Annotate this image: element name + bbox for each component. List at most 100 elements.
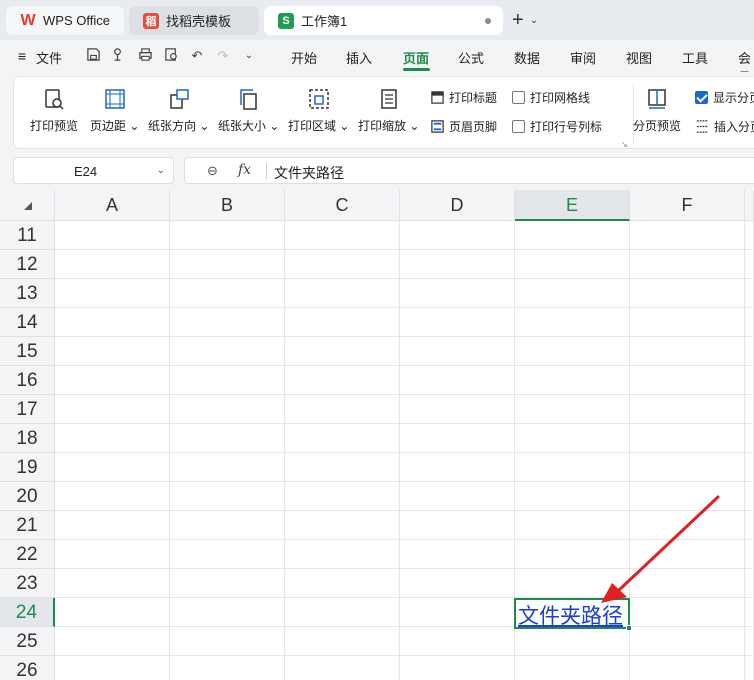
grid-cell[interactable] <box>55 279 170 308</box>
tab-template[interactable]: 稻 找稻壳模板 <box>129 6 259 35</box>
new-tab-control[interactable]: + ⌄ <box>512 8 538 32</box>
grid-cell[interactable] <box>55 453 170 482</box>
grid-cell[interactable] <box>55 656 170 680</box>
grid-cell[interactable] <box>745 250 754 279</box>
grid-cell[interactable] <box>745 337 754 366</box>
column-header-c[interactable]: C <box>285 190 400 221</box>
print-icon[interactable] <box>136 47 154 65</box>
grid-cell[interactable] <box>745 395 754 424</box>
grid-cell[interactable] <box>55 598 170 627</box>
grid-cell[interactable] <box>285 337 400 366</box>
grid-cell[interactable] <box>630 598 745 627</box>
grid-cell[interactable] <box>630 308 745 337</box>
print-titles-button[interactable]: 打印标题 <box>430 89 497 106</box>
grid-cell[interactable] <box>745 279 754 308</box>
column-header-b[interactable]: B <box>170 190 285 221</box>
menu-insert[interactable]: 插入 <box>346 48 372 67</box>
margins-button[interactable]: 页边距 ⌄ <box>90 87 139 134</box>
grid-cell[interactable] <box>745 511 754 540</box>
grid-cell[interactable] <box>745 598 754 627</box>
row-header-17[interactable]: 17 <box>0 395 55 424</box>
share-icon[interactable] <box>108 47 126 65</box>
select-all-corner[interactable] <box>0 190 55 221</box>
grid-cell[interactable] <box>400 337 515 366</box>
grid-cell[interactable] <box>515 337 630 366</box>
menu-tools[interactable]: 工具 <box>682 48 708 67</box>
grid-cell[interactable] <box>170 656 285 680</box>
checkbox-checked-icon[interactable] <box>695 91 708 104</box>
name-box[interactable]: E24 ⌄ <box>13 157 174 184</box>
row-header-18[interactable]: 18 <box>0 424 55 453</box>
grid-cell[interactable] <box>285 569 400 598</box>
grid-cell[interactable] <box>170 395 285 424</box>
row-header-23[interactable]: 23 <box>0 569 55 598</box>
grid-cell[interactable] <box>630 250 745 279</box>
grid-cell[interactable] <box>630 540 745 569</box>
grid-cell[interactable] <box>400 221 515 250</box>
grid-cell[interactable] <box>285 453 400 482</box>
grid-cell[interactable] <box>515 569 630 598</box>
grid-cell[interactable] <box>745 656 754 680</box>
grid-cell[interactable] <box>400 627 515 656</box>
grid-cell[interactable] <box>285 482 400 511</box>
grid-cell[interactable] <box>515 366 630 395</box>
grid-cell[interactable] <box>285 627 400 656</box>
grid-cell[interactable] <box>400 395 515 424</box>
grid-cell[interactable] <box>515 627 630 656</box>
grid-cell[interactable] <box>285 395 400 424</box>
plus-icon[interactable]: + <box>512 10 524 30</box>
grid-cell[interactable] <box>170 337 285 366</box>
print-preview-button[interactable]: 打印预览 <box>30 87 78 134</box>
row-header-13[interactable]: 13 <box>0 279 55 308</box>
grid-cell[interactable] <box>55 250 170 279</box>
grid-cell[interactable] <box>170 569 285 598</box>
column-header-g[interactable] <box>745 190 754 221</box>
grid-cell[interactable] <box>515 395 630 424</box>
grid-cell[interactable] <box>745 627 754 656</box>
unsaved-dot-icon[interactable] <box>485 18 491 24</box>
grid-cell[interactable] <box>170 598 285 627</box>
grid-cell[interactable] <box>170 221 285 250</box>
row-header-11[interactable]: 11 <box>0 221 55 250</box>
grid-cell[interactable] <box>55 337 170 366</box>
grid-cell[interactable] <box>515 656 630 680</box>
grid-cell[interactable] <box>170 250 285 279</box>
row-header-16[interactable]: 16 <box>0 366 55 395</box>
grid-cell[interactable] <box>55 395 170 424</box>
column-header-f[interactable]: F <box>630 190 745 221</box>
grid-cell[interactable] <box>515 250 630 279</box>
chevron-down-icon[interactable]: ⌄ <box>530 15 538 26</box>
grid-cell[interactable] <box>745 569 754 598</box>
fill-handle[interactable] <box>626 625 632 631</box>
grid-cell[interactable] <box>285 540 400 569</box>
grid-cell[interactable] <box>55 308 170 337</box>
grid-cell[interactable] <box>630 627 745 656</box>
row-header-24[interactable]: 24 <box>0 598 55 627</box>
grid-cell[interactable] <box>745 221 754 250</box>
grid-cell[interactable] <box>400 424 515 453</box>
show-page-breaks-checkbox[interactable]: 显示分页 <box>695 89 754 106</box>
grid-cell[interactable] <box>515 540 630 569</box>
chevron-down-icon[interactable]: ⌄ <box>240 47 258 65</box>
grid-cell[interactable] <box>515 308 630 337</box>
grid-cell[interactable] <box>400 366 515 395</box>
grid-cell[interactable] <box>630 656 745 680</box>
grid-cell[interactable] <box>630 511 745 540</box>
spreadsheet-grid[interactable]: A B C D E F 11 12 13 14 15 16 17 18 19 20 21 22 23 24… <box>0 190 754 680</box>
grid-cell[interactable] <box>515 424 630 453</box>
grid-cell[interactable] <box>400 308 515 337</box>
grid-cell[interactable] <box>285 656 400 680</box>
grid-cell[interactable] <box>400 598 515 627</box>
menu-file[interactable]: 文件 <box>36 48 62 67</box>
grid-cell[interactable] <box>630 453 745 482</box>
grid-cell[interactable] <box>400 250 515 279</box>
grid-cell[interactable] <box>400 569 515 598</box>
grid-cell[interactable] <box>400 482 515 511</box>
grid-cell[interactable] <box>55 424 170 453</box>
zoom-icon[interactable]: ⊖ <box>207 163 218 179</box>
column-header-d[interactable]: D <box>400 190 515 221</box>
grid-cell[interactable] <box>285 308 400 337</box>
grid-cell[interactable] <box>55 221 170 250</box>
grid-cell[interactable] <box>55 540 170 569</box>
tab-wps-office[interactable]: W WPS Office <box>6 6 124 35</box>
